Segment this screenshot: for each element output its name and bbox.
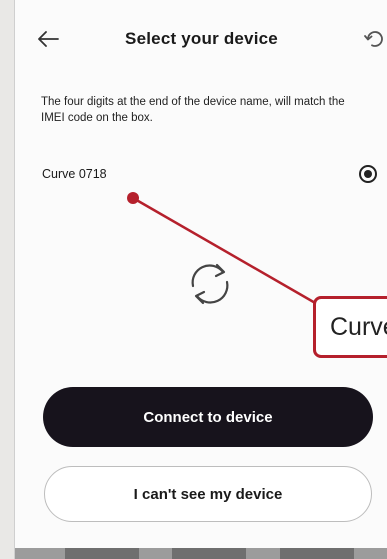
- refresh-button[interactable]: [364, 26, 387, 52]
- header: Select your device: [15, 0, 387, 82]
- bottom-tab-segment: [65, 548, 139, 559]
- bottom-tab-segment: [280, 548, 354, 559]
- cant-see-device-button[interactable]: I can't see my device: [44, 466, 372, 522]
- instruction-text: The four digits at the end of the device…: [41, 96, 345, 124]
- device-list-item[interactable]: Curve 0718: [15, 156, 387, 190]
- sync-icon: [191, 263, 229, 305]
- device-name: Curve 0718: [42, 167, 107, 181]
- phone-screen: Select your device The four digits at th…: [14, 0, 387, 559]
- connect-to-device-button[interactable]: Connect to device: [43, 387, 373, 447]
- callout-text: Curve: [330, 313, 387, 341]
- bottom-tab-segment: [172, 548, 246, 559]
- callout-box: Curve: [313, 296, 387, 358]
- radio-selected-icon[interactable]: [359, 165, 377, 183]
- page-title: Select your device: [125, 29, 278, 48]
- refresh-icon: [364, 31, 383, 47]
